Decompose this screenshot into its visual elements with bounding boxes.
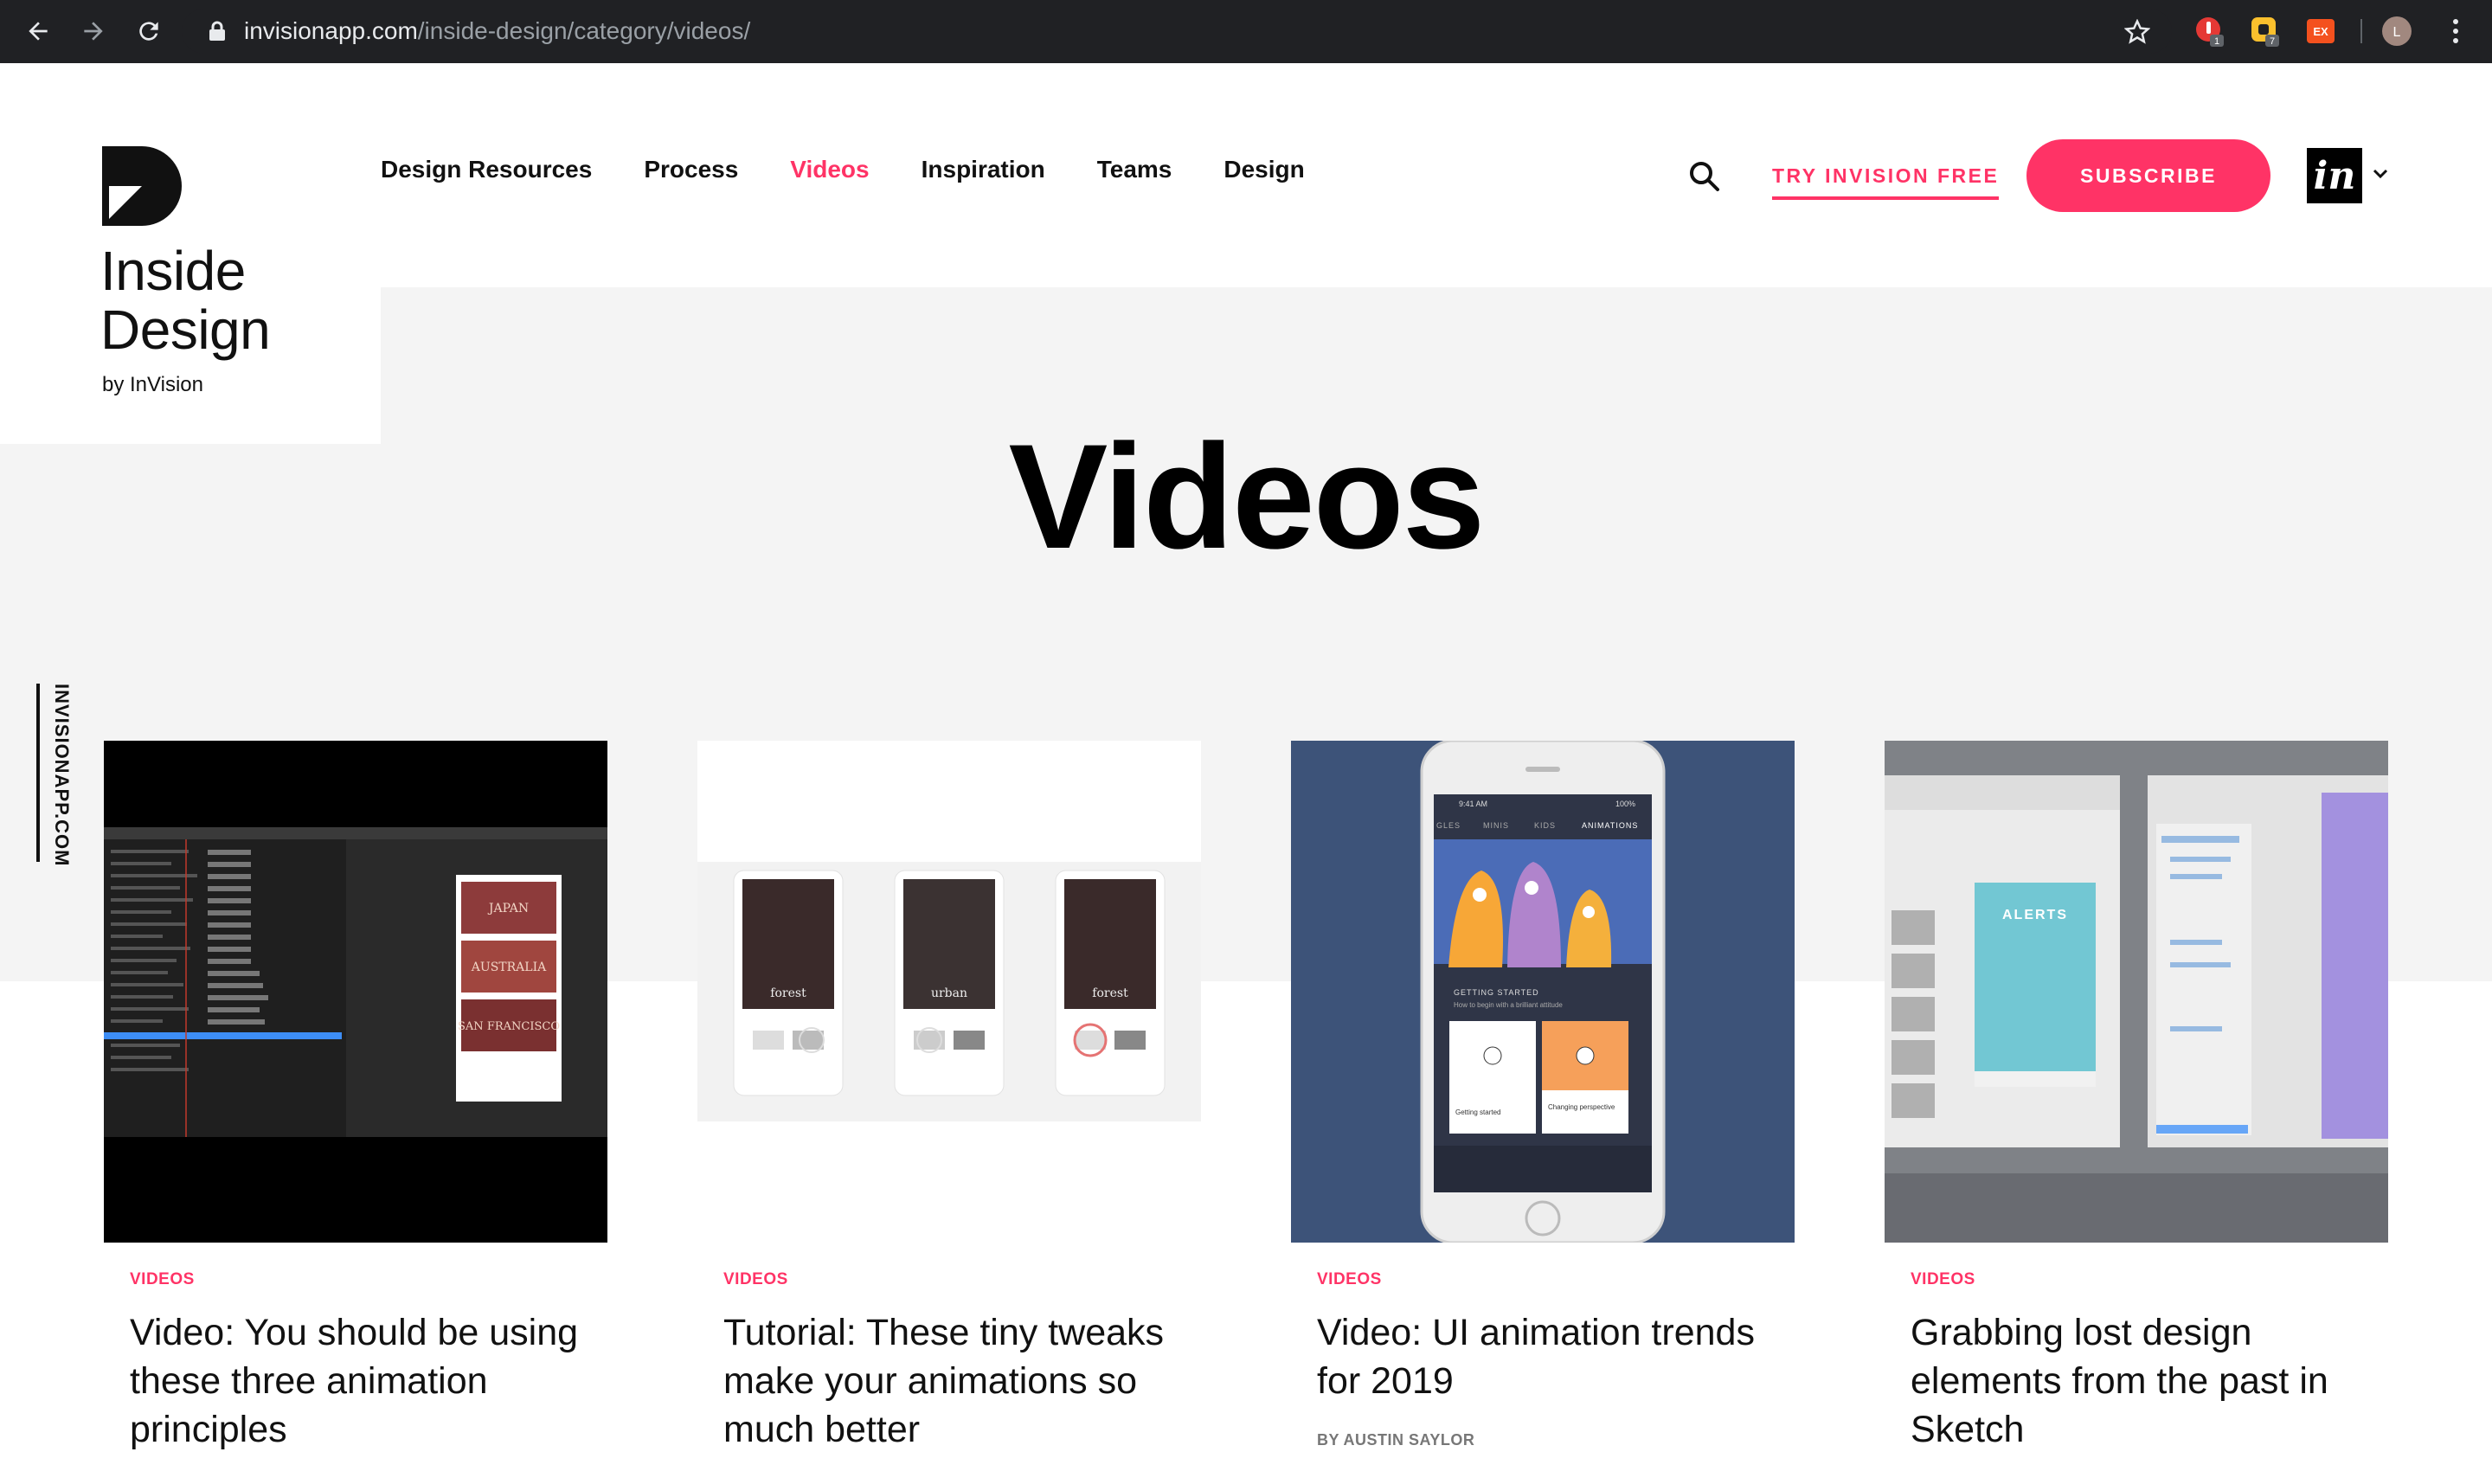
bookmark-star-icon[interactable] (2124, 19, 2150, 45)
invision-logo-icon[interactable]: in (2307, 148, 2362, 203)
logo-byline: by InVision (102, 373, 203, 396)
profile-initial: L (2393, 25, 2401, 40)
forward-icon[interactable] (74, 12, 112, 50)
toolbar-divider (2360, 19, 2362, 43)
thumb-text-forest-2: forest (1092, 986, 1128, 1000)
chevron-down-icon[interactable] (2373, 168, 2388, 180)
logo-title-line2: Design (100, 299, 271, 361)
thumbnail-overlay (1885, 741, 2388, 1243)
subscribe-button[interactable]: SUBSCRIBE (2026, 139, 2270, 212)
extension-badge-1: 1 (2214, 36, 2219, 47)
nav-inspiration[interactable]: Inspiration (922, 156, 1045, 183)
card-category[interactable]: VIDEOS (130, 1270, 607, 1289)
thumb-status-time: 9:41 AM (1459, 800, 1487, 808)
side-label-text[interactable]: INVISIONAPP.COM (50, 684, 73, 866)
article-card[interactable]: forest urban forest VIDEOS Tutorial: The… (697, 741, 1201, 1454)
main-nav: Design Resources Process Videos Inspirat… (381, 156, 1357, 183)
browser-toolbar: invisionapp.com/inside-design/category/v… (0, 0, 2492, 63)
article-card[interactable]: JAPAN AUSTRALIA SAN FRANCISCO VIDEOS Vid… (104, 741, 607, 1454)
page-title: Videos (1008, 414, 1486, 580)
nav-design-resources[interactable]: Design Resources (381, 156, 592, 183)
thumb-text-forest-1: forest (770, 986, 806, 1000)
nav-design[interactable]: Design (1224, 156, 1304, 183)
lock-icon (209, 21, 225, 41)
nav-teams[interactable]: Teams (1097, 156, 1172, 183)
thumb-text-san-francisco: SAN FRANCISCO (458, 1020, 560, 1033)
search-icon[interactable] (1687, 159, 1722, 194)
inside-design-logo-icon (102, 146, 182, 226)
card-title[interactable]: Video: You should be using these three a… (130, 1308, 597, 1454)
card-thumbnail-lost-design-elements[interactable]: ALERTS (1885, 741, 2388, 1243)
card-category[interactable]: VIDEOS (723, 1270, 1201, 1289)
card-thumbnail-ui-animation-trends[interactable]: 9:41 AM 100% GLES MINIS KIDS ANIMATIONS … (1291, 741, 1795, 1243)
thumb-section-subtitle: How to begin with a brilliant attitude (1454, 1001, 1563, 1009)
url-text: invisionapp.com/inside-design/category/v… (244, 17, 750, 45)
article-card[interactable]: 9:41 AM 100% GLES MINIS KIDS ANIMATIONS … (1291, 741, 1795, 1449)
extension-ex-label: EX (2313, 25, 2328, 38)
card-thumbnail-tiny-tweaks[interactable]: forest urban forest (697, 741, 1201, 1243)
card-category[interactable]: VIDEOS (1911, 1270, 2388, 1289)
thumb-tile-changing-perspective: Changing perspective (1548, 1103, 1615, 1111)
thumb-tile-getting-started: Getting started (1455, 1108, 1500, 1116)
thumb-tab-animations: ANIMATIONS (1582, 821, 1638, 830)
article-card[interactable]: ALERTS VIDEOS Grabbing lost design eleme… (1885, 741, 2388, 1454)
nav-videos[interactable]: Videos (790, 156, 869, 183)
card-byline[interactable]: BY AUSTIN SAYLOR (1317, 1431, 1795, 1449)
logo-title-line1: Inside (100, 240, 246, 302)
extension-yellow-icon[interactable]: 7 (2250, 16, 2281, 47)
address-bar[interactable]: invisionapp.com/inside-design/category/v… (182, 9, 2172, 54)
extension-red-icon[interactable]: 1 (2194, 16, 2225, 47)
logo-title: Inside Design (100, 240, 271, 361)
card-category[interactable]: VIDEOS (1317, 1270, 1795, 1289)
browser-menu-icon[interactable] (2440, 16, 2471, 47)
extension-badge-2: 7 (2270, 36, 2275, 47)
thumb-status-battery: 100% (1615, 800, 1635, 808)
card-title[interactable]: Video: UI animation trends for 2019 (1317, 1308, 1784, 1405)
extension-ex-icon[interactable]: EX (2305, 16, 2336, 47)
thumb-tab-kids: KIDS (1534, 821, 1556, 830)
thumb-tab-gles: GLES (1436, 821, 1461, 830)
thumb-text-urban: urban (931, 986, 967, 1000)
back-icon[interactable] (19, 12, 57, 50)
thumb-text-japan: JAPAN (487, 902, 529, 915)
card-thumbnail-animation-principles[interactable]: JAPAN AUSTRALIA SAN FRANCISCO (104, 741, 607, 1243)
card-title[interactable]: Tutorial: These tiny tweaks make your an… (723, 1308, 1191, 1454)
try-invision-free-link[interactable]: TRY INVISION FREE (1772, 164, 2000, 200)
side-label-bar (36, 684, 40, 862)
url-host: invisionapp.com (244, 17, 418, 44)
thumb-section-title: GETTING STARTED (1454, 988, 1539, 997)
url-path: /inside-design/category/videos/ (417, 17, 751, 44)
nav-process[interactable]: Process (644, 156, 738, 183)
thumb-tab-minis: MINIS (1483, 821, 1509, 830)
reload-icon[interactable] (130, 12, 168, 50)
site-logo[interactable]: Inside Design by InVision (0, 63, 381, 444)
card-title[interactable]: Grabbing lost design elements from the p… (1911, 1308, 2378, 1454)
thumb-text-australia: AUSTRALIA (471, 960, 547, 974)
profile-avatar[interactable]: L (2381, 16, 2412, 47)
